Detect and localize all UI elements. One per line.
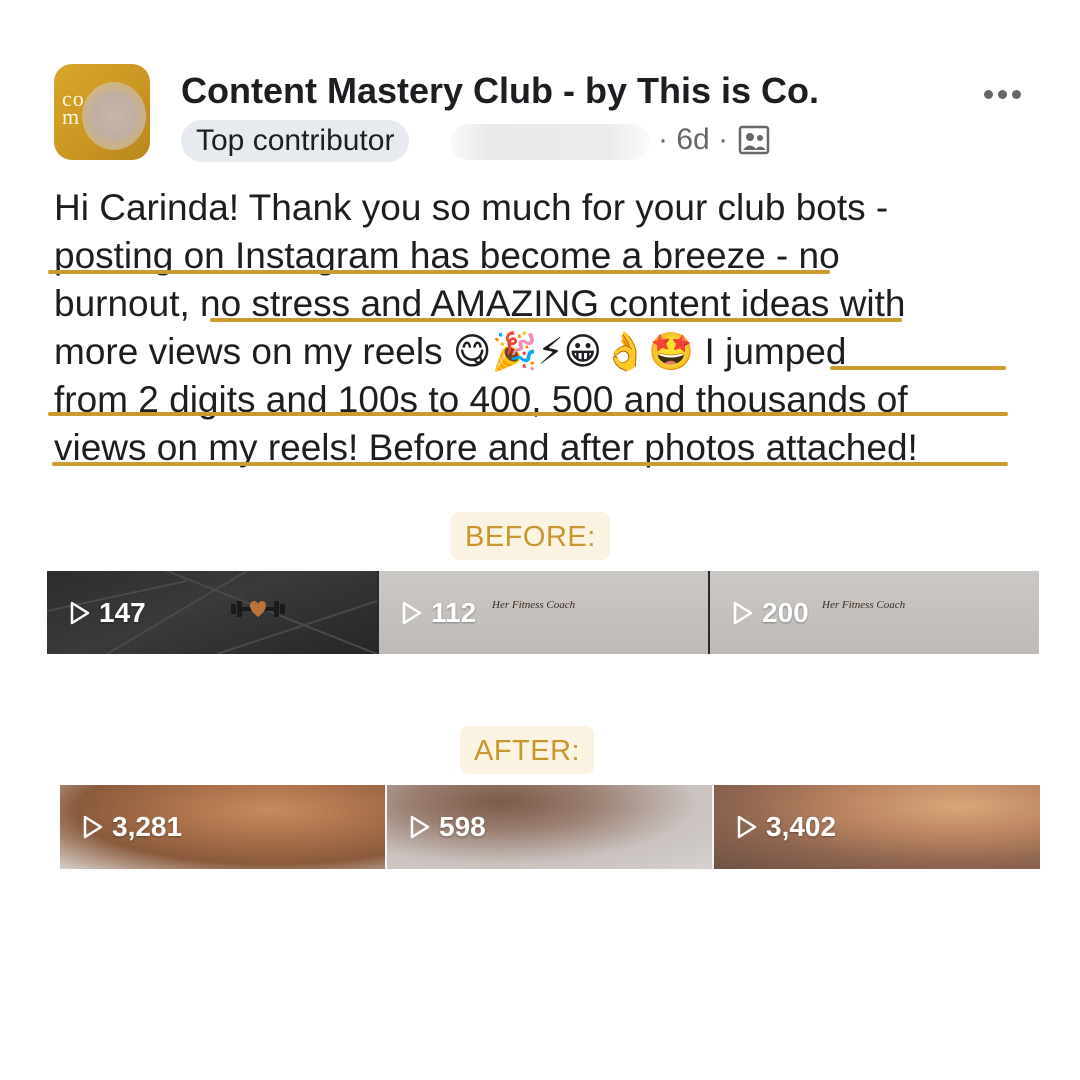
group-audience-icon bbox=[738, 125, 770, 155]
group-name[interactable]: Content Mastery Club - by This is Co. bbox=[181, 70, 819, 112]
group-avatar[interactable]: co m bbox=[54, 64, 150, 160]
highlight-underline bbox=[52, 462, 1008, 466]
view-count-value: 3,402 bbox=[766, 811, 837, 842]
view-count: 147 bbox=[69, 597, 146, 629]
view-count-value: 598 bbox=[439, 811, 486, 842]
after-thumb[interactable]: 3,402 bbox=[714, 785, 1040, 869]
brand-caption: Her Fitness Coach bbox=[822, 599, 906, 611]
emoji-star-struck: 🤩 bbox=[648, 331, 695, 372]
post-line: Hi Carinda! Thank you so much for your c… bbox=[54, 187, 889, 228]
view-count: 598 bbox=[409, 811, 486, 843]
more-dots-icon[interactable] bbox=[984, 86, 1028, 102]
emoji-grin: 😀 bbox=[563, 331, 603, 372]
top-contributor-badge: Top contributor bbox=[181, 120, 410, 162]
blurred-face bbox=[82, 82, 146, 150]
emoji-yum: 😋 bbox=[452, 331, 492, 372]
play-icon bbox=[733, 601, 753, 624]
emoji-ok-hand: 👌 bbox=[602, 331, 649, 372]
view-count-value: 3,281 bbox=[112, 811, 183, 842]
meta-separator: · bbox=[718, 123, 729, 156]
post-line-part: I jumped bbox=[704, 331, 847, 372]
before-thumb[interactable]: 112 Her Fitness Coach bbox=[379, 571, 708, 654]
post-text: Hi Carinda! Thank you so much for your c… bbox=[54, 184, 1044, 472]
play-icon bbox=[83, 815, 103, 839]
dumbbell-heart-icon bbox=[231, 601, 285, 617]
emoji-zap: ⚡ bbox=[537, 331, 564, 372]
before-thumb[interactable]: 200 Her Fitness Coach bbox=[710, 571, 1039, 654]
highlight-underline bbox=[48, 270, 830, 274]
blurred-author-name bbox=[450, 124, 650, 160]
play-icon bbox=[70, 601, 90, 624]
view-count-value: 112 bbox=[431, 596, 477, 628]
view-count-value: 200 bbox=[762, 596, 809, 628]
view-count: 3,402 bbox=[736, 811, 836, 843]
view-count: 200 bbox=[732, 597, 809, 629]
view-count: 3,281 bbox=[82, 811, 182, 843]
view-count-value: 147 bbox=[99, 596, 146, 628]
before-thumbnails: 147 112 Her Fitness Coach 200 Her Fitnes… bbox=[47, 571, 1039, 654]
meta-separator: · bbox=[658, 123, 668, 156]
play-icon bbox=[410, 815, 430, 839]
after-thumb[interactable]: 598 bbox=[387, 785, 712, 869]
play-icon bbox=[737, 815, 757, 839]
before-label: BEFORE: bbox=[451, 512, 610, 560]
highlight-underline bbox=[210, 318, 902, 322]
brand-caption: Her Fitness Coach bbox=[492, 599, 576, 611]
post-line-part: more views on my reels bbox=[54, 331, 443, 372]
after-label: AFTER: bbox=[460, 726, 595, 774]
after-thumbnails: 3,281 598 3,402 bbox=[60, 785, 1040, 869]
before-thumb[interactable]: 147 bbox=[47, 571, 377, 654]
highlight-underline bbox=[830, 366, 1006, 370]
post-time[interactable]: 6d bbox=[676, 123, 709, 156]
play-icon bbox=[402, 601, 422, 624]
view-count: 112 bbox=[401, 597, 476, 629]
post-meta: · 6d · bbox=[658, 122, 728, 158]
highlight-underline bbox=[48, 412, 1008, 416]
emoji-party: 🎉 bbox=[491, 331, 538, 372]
after-thumb[interactable]: 3,281 bbox=[60, 785, 385, 869]
post-line: from 2 digits and 100s to 400, 500 and t… bbox=[54, 379, 908, 420]
